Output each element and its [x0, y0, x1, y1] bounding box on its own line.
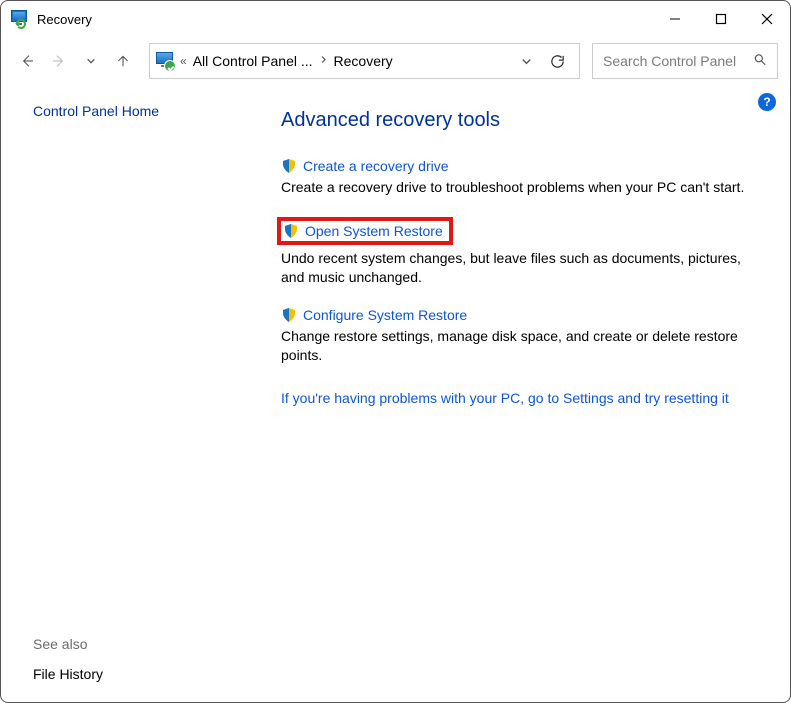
navigation-bar: « All Control Panel ... Recovery [1, 37, 790, 85]
up-button[interactable] [109, 47, 137, 75]
search-input[interactable] [601, 52, 769, 70]
tool-configure-system-restore: Configure System Restore Change restore … [281, 307, 764, 365]
back-button[interactable] [13, 47, 41, 75]
highlight-annotation: Open System Restore [277, 217, 453, 245]
reset-pc-hint: If you're having problems with your PC, … [281, 390, 764, 406]
refresh-button[interactable] [541, 46, 573, 76]
tool-create-recovery-drive: Create a recovery drive Create a recover… [281, 158, 764, 197]
see-also-section: See also File History [33, 636, 259, 686]
control-panel-home-link[interactable]: Control Panel Home [33, 103, 259, 119]
forward-button[interactable] [45, 47, 73, 75]
file-history-link[interactable]: File History [33, 666, 103, 682]
page-heading: Advanced recovery tools [281, 109, 764, 132]
shield-icon [281, 307, 297, 323]
minimize-button[interactable] [652, 3, 698, 35]
create-recovery-drive-link[interactable]: Create a recovery drive [303, 158, 449, 174]
title-bar: Recovery [1, 1, 790, 37]
window-title: Recovery [37, 12, 92, 27]
main-panel: Advanced recovery tools Create a recover… [259, 85, 790, 702]
close-button[interactable] [744, 3, 790, 35]
search-icon [753, 53, 767, 70]
chevron-right-icon[interactable] [319, 55, 328, 67]
create-recovery-drive-desc: Create a recovery drive to troubleshoot … [281, 178, 764, 197]
configure-system-restore-link[interactable]: Configure System Restore [303, 307, 467, 323]
breadcrumb-segment-all-control-panel[interactable]: All Control Panel ... [193, 53, 313, 69]
shield-icon [281, 158, 297, 174]
maximize-button[interactable] [698, 3, 744, 35]
control-panel-icon [156, 52, 174, 70]
search-box[interactable] [592, 43, 778, 79]
address-bar[interactable]: « All Control Panel ... Recovery [149, 43, 580, 79]
breadcrumb-segment-recovery[interactable]: Recovery [334, 53, 393, 69]
configure-system-restore-desc: Change restore settings, manage disk spa… [281, 327, 764, 365]
breadcrumb-overflow-icon[interactable]: « [180, 54, 187, 68]
shield-icon [283, 223, 299, 239]
window-controls [652, 3, 790, 35]
reset-pc-link[interactable]: If you're having problems with your PC, … [281, 390, 729, 406]
content-area: ? Control Panel Home See also File Histo… [1, 85, 790, 702]
sidebar: Control Panel Home See also File History [1, 85, 259, 702]
see-also-header: See also [33, 636, 259, 652]
recovery-app-icon [11, 10, 29, 28]
recent-locations-button[interactable] [77, 47, 105, 75]
address-dropdown-button[interactable] [517, 56, 535, 67]
tool-open-system-restore: Open System Restore Undo recent system c… [281, 217, 764, 287]
open-system-restore-desc: Undo recent system changes, but leave fi… [281, 249, 764, 287]
open-system-restore-link[interactable]: Open System Restore [305, 223, 443, 239]
help-button[interactable]: ? [758, 93, 776, 111]
